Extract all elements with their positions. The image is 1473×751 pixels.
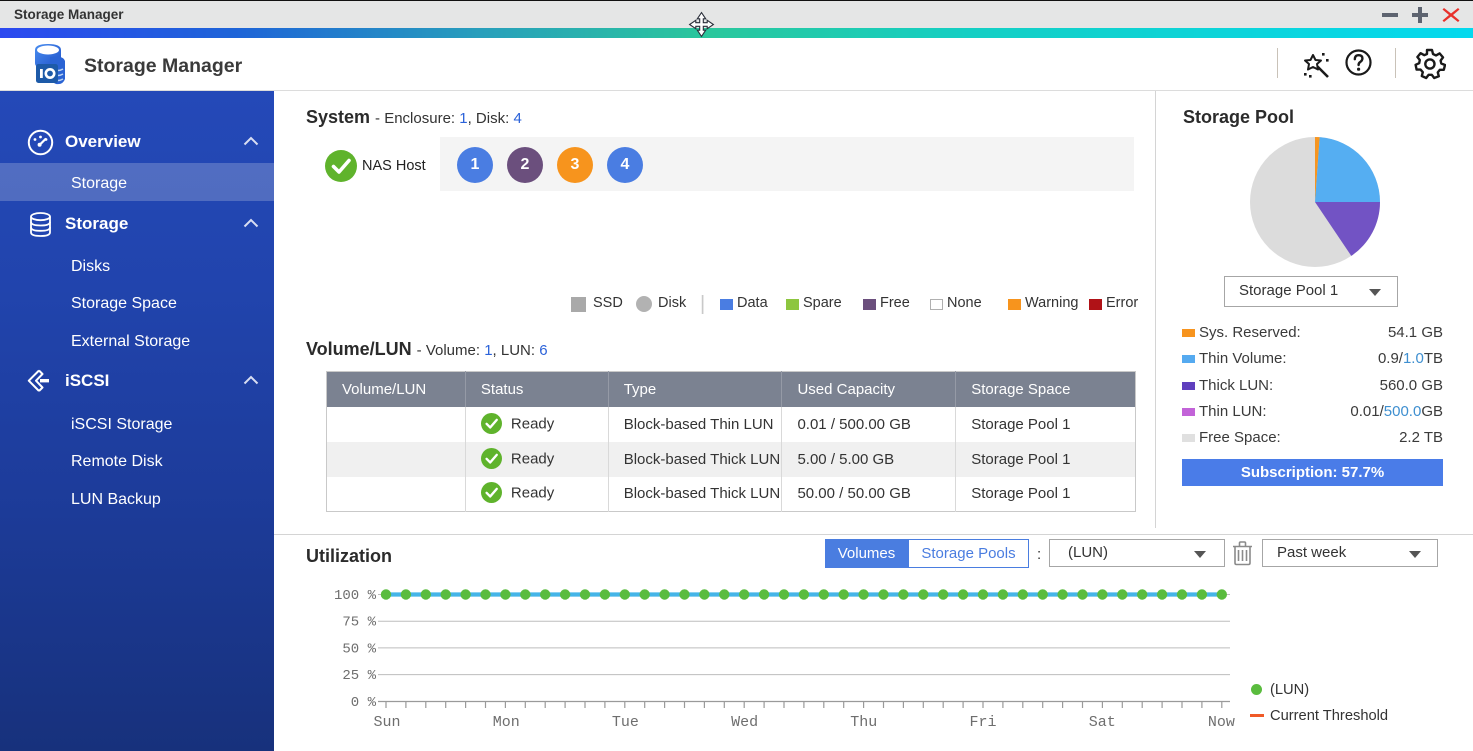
svg-text:Tue: Tue [612,714,639,731]
svg-text:50 %: 50 % [342,641,376,657]
svg-text:Mon: Mon [493,714,520,731]
svg-text:Sun: Sun [373,714,400,731]
svg-text:Sat: Sat [1089,714,1116,731]
svg-text:25 %: 25 % [342,668,376,684]
svg-text:75 %: 75 % [342,615,376,631]
svg-text:100 %: 100 % [334,588,377,604]
svg-text:Thu: Thu [850,714,877,731]
svg-text:0 %: 0 % [351,695,377,711]
svg-text:Fri: Fri [969,714,996,731]
svg-text:Now: Now [1208,714,1235,731]
svg-text:Wed: Wed [731,714,758,731]
